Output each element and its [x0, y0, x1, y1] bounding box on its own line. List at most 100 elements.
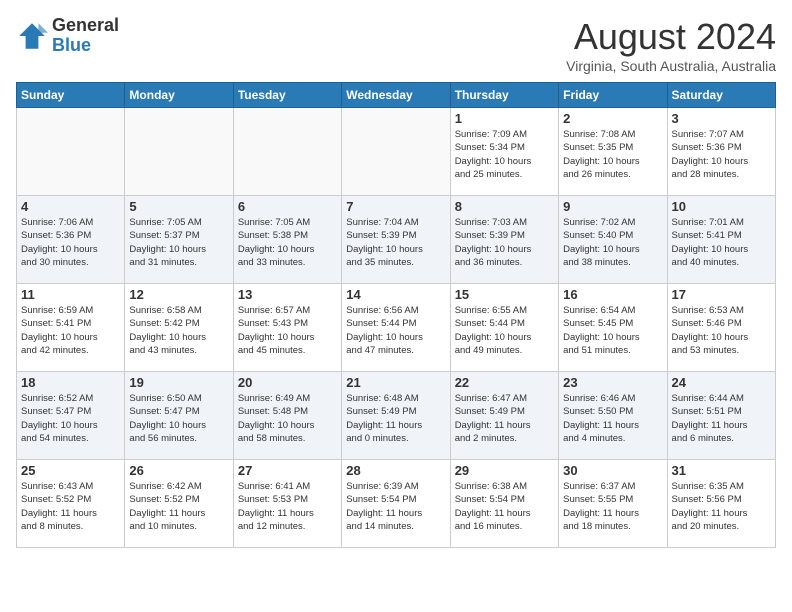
- calendar-cell: 6 Sunrise: 7:05 AM Sunset: 5:38 PM Daylig…: [233, 196, 341, 284]
- day-info: Sunrise: 6:42 AM Sunset: 5:52 PM Dayligh…: [129, 480, 228, 533]
- calendar-cell: 9 Sunrise: 7:02 AM Sunset: 5:40 PM Daylig…: [559, 196, 667, 284]
- day-info: Sunrise: 6:47 AM Sunset: 5:49 PM Dayligh…: [455, 392, 554, 445]
- day-number: 25: [21, 463, 120, 478]
- calendar-cell: 24 Sunrise: 6:44 AM Sunset: 5:51 PM Dayli…: [667, 372, 775, 460]
- week-row-5: 25 Sunrise: 6:43 AM Sunset: 5:52 PM Dayli…: [17, 460, 776, 548]
- calendar-cell: 12 Sunrise: 6:58 AM Sunset: 5:42 PM Dayli…: [125, 284, 233, 372]
- col-thursday: Thursday: [450, 83, 558, 108]
- day-number: 28: [346, 463, 445, 478]
- day-info: Sunrise: 6:54 AM Sunset: 5:45 PM Dayligh…: [563, 304, 662, 357]
- calendar-cell: 27 Sunrise: 6:41 AM Sunset: 5:53 PM Dayli…: [233, 460, 341, 548]
- day-info: Sunrise: 7:07 AM Sunset: 5:36 PM Dayligh…: [672, 128, 771, 181]
- day-info: Sunrise: 6:53 AM Sunset: 5:46 PM Dayligh…: [672, 304, 771, 357]
- day-number: 4: [21, 199, 120, 214]
- day-info: Sunrise: 6:49 AM Sunset: 5:48 PM Dayligh…: [238, 392, 337, 445]
- day-info: Sunrise: 7:09 AM Sunset: 5:34 PM Dayligh…: [455, 128, 554, 181]
- day-number: 22: [455, 375, 554, 390]
- day-number: 24: [672, 375, 771, 390]
- day-number: 13: [238, 287, 337, 302]
- day-number: 10: [672, 199, 771, 214]
- day-number: 31: [672, 463, 771, 478]
- day-number: 12: [129, 287, 228, 302]
- week-row-1: 1 Sunrise: 7:09 AM Sunset: 5:34 PM Daylig…: [17, 108, 776, 196]
- day-number: 5: [129, 199, 228, 214]
- day-info: Sunrise: 7:01 AM Sunset: 5:41 PM Dayligh…: [672, 216, 771, 269]
- calendar-cell: 13 Sunrise: 6:57 AM Sunset: 5:43 PM Dayli…: [233, 284, 341, 372]
- title-area: August 2024 Virginia, South Australia, A…: [566, 16, 776, 74]
- day-number: 23: [563, 375, 662, 390]
- calendar-cell: [125, 108, 233, 196]
- col-friday: Friday: [559, 83, 667, 108]
- day-number: 29: [455, 463, 554, 478]
- calendar-cell: 4 Sunrise: 7:06 AM Sunset: 5:36 PM Daylig…: [17, 196, 125, 284]
- calendar-cell: 22 Sunrise: 6:47 AM Sunset: 5:49 PM Dayli…: [450, 372, 558, 460]
- day-info: Sunrise: 6:58 AM Sunset: 5:42 PM Dayligh…: [129, 304, 228, 357]
- day-number: 7: [346, 199, 445, 214]
- calendar-cell: 1 Sunrise: 7:09 AM Sunset: 5:34 PM Daylig…: [450, 108, 558, 196]
- day-number: 27: [238, 463, 337, 478]
- calendar-cell: 31Sunrise: 6:35 AM Sunset: 5:56 PM Dayli…: [667, 460, 775, 548]
- calendar-cell: 29 Sunrise: 6:38 AM Sunset: 5:54 PM Dayli…: [450, 460, 558, 548]
- day-info: Sunrise: 6:56 AM Sunset: 5:44 PM Dayligh…: [346, 304, 445, 357]
- day-info: Sunrise: 6:48 AM Sunset: 5:49 PM Dayligh…: [346, 392, 445, 445]
- day-number: 16: [563, 287, 662, 302]
- calendar-cell: 20Sunrise: 6:49 AM Sunset: 5:48 PM Dayli…: [233, 372, 341, 460]
- day-info: Sunrise: 6:46 AM Sunset: 5:50 PM Dayligh…: [563, 392, 662, 445]
- day-info: Sunrise: 7:02 AM Sunset: 5:40 PM Dayligh…: [563, 216, 662, 269]
- calendar-table: Sunday Monday Tuesday Wednesday Thursday…: [16, 82, 776, 548]
- calendar-cell: 14 Sunrise: 6:56 AM Sunset: 5:44 PM Dayli…: [342, 284, 450, 372]
- col-saturday: Saturday: [667, 83, 775, 108]
- col-tuesday: Tuesday: [233, 83, 341, 108]
- calendar-cell: [342, 108, 450, 196]
- logo-text: General Blue: [52, 16, 119, 56]
- day-info: Sunrise: 6:43 AM Sunset: 5:52 PM Dayligh…: [21, 480, 120, 533]
- day-info: Sunrise: 7:06 AM Sunset: 5:36 PM Dayligh…: [21, 216, 120, 269]
- day-number: 17: [672, 287, 771, 302]
- calendar-cell: 17 Sunrise: 6:53 AM Sunset: 5:46 PM Dayli…: [667, 284, 775, 372]
- calendar-cell: 15Sunrise: 6:55 AM Sunset: 5:44 PM Dayli…: [450, 284, 558, 372]
- page-header: General Blue August 2024 Virginia, South…: [16, 16, 776, 74]
- calendar-header: Sunday Monday Tuesday Wednesday Thursday…: [17, 83, 776, 108]
- day-number: 6: [238, 199, 337, 214]
- weekday-row: Sunday Monday Tuesday Wednesday Thursday…: [17, 83, 776, 108]
- day-info: Sunrise: 6:41 AM Sunset: 5:53 PM Dayligh…: [238, 480, 337, 533]
- logo: General Blue: [16, 16, 119, 56]
- calendar-cell: 19Sunrise: 6:50 AM Sunset: 5:47 PM Dayli…: [125, 372, 233, 460]
- calendar-cell: 7 Sunrise: 7:04 AM Sunset: 5:39 PM Daylig…: [342, 196, 450, 284]
- day-info: Sunrise: 6:44 AM Sunset: 5:51 PM Dayligh…: [672, 392, 771, 445]
- logo-icon: [16, 20, 48, 52]
- calendar-cell: 16 Sunrise: 6:54 AM Sunset: 5:45 PM Dayli…: [559, 284, 667, 372]
- calendar-cell: [17, 108, 125, 196]
- day-info: Sunrise: 7:04 AM Sunset: 5:39 PM Dayligh…: [346, 216, 445, 269]
- location-subtitle: Virginia, South Australia, Australia: [566, 58, 776, 74]
- week-row-3: 11Sunrise: 6:59 AM Sunset: 5:41 PM Dayli…: [17, 284, 776, 372]
- day-info: Sunrise: 7:05 AM Sunset: 5:38 PM Dayligh…: [238, 216, 337, 269]
- day-number: 21: [346, 375, 445, 390]
- day-number: 14: [346, 287, 445, 302]
- day-info: Sunrise: 6:39 AM Sunset: 5:54 PM Dayligh…: [346, 480, 445, 533]
- calendar-cell: 8 Sunrise: 7:03 AM Sunset: 5:39 PM Daylig…: [450, 196, 558, 284]
- day-number: 1: [455, 111, 554, 126]
- col-wednesday: Wednesday: [342, 83, 450, 108]
- calendar-cell: 25 Sunrise: 6:43 AM Sunset: 5:52 PM Dayli…: [17, 460, 125, 548]
- calendar-cell: 5 Sunrise: 7:05 AM Sunset: 5:37 PM Daylig…: [125, 196, 233, 284]
- calendar-cell: 2Sunrise: 7:08 AM Sunset: 5:35 PM Daylig…: [559, 108, 667, 196]
- day-number: 15: [455, 287, 554, 302]
- day-info: Sunrise: 6:57 AM Sunset: 5:43 PM Dayligh…: [238, 304, 337, 357]
- week-row-2: 4 Sunrise: 7:06 AM Sunset: 5:36 PM Daylig…: [17, 196, 776, 284]
- day-info: Sunrise: 7:03 AM Sunset: 5:39 PM Dayligh…: [455, 216, 554, 269]
- day-number: 8: [455, 199, 554, 214]
- day-info: Sunrise: 6:38 AM Sunset: 5:54 PM Dayligh…: [455, 480, 554, 533]
- calendar-cell: 18Sunrise: 6:52 AM Sunset: 5:47 PM Dayli…: [17, 372, 125, 460]
- calendar-cell: 10 Sunrise: 7:01 AM Sunset: 5:41 PM Dayli…: [667, 196, 775, 284]
- col-sunday: Sunday: [17, 83, 125, 108]
- calendar-cell: 23 Sunrise: 6:46 AM Sunset: 5:50 PM Dayli…: [559, 372, 667, 460]
- day-number: 9: [563, 199, 662, 214]
- day-info: Sunrise: 7:05 AM Sunset: 5:37 PM Dayligh…: [129, 216, 228, 269]
- calendar-cell: 28 Sunrise: 6:39 AM Sunset: 5:54 PM Dayli…: [342, 460, 450, 548]
- day-number: 11: [21, 287, 120, 302]
- calendar-cell: 3Sunrise: 7:07 AM Sunset: 5:36 PM Daylig…: [667, 108, 775, 196]
- day-number: 2: [563, 111, 662, 126]
- day-number: 26: [129, 463, 228, 478]
- day-number: 30: [563, 463, 662, 478]
